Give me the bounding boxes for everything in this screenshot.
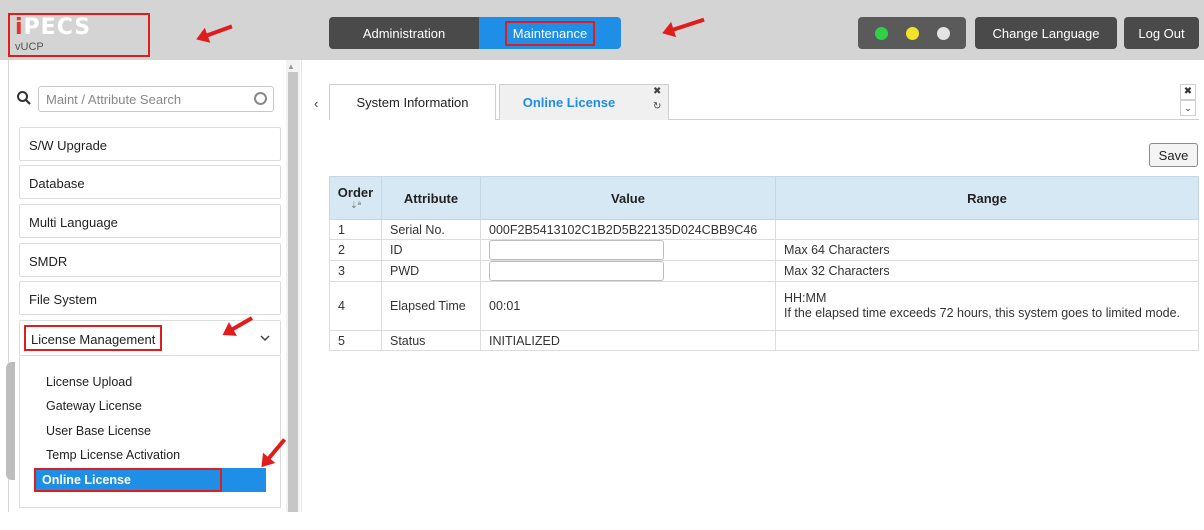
cell-value bbox=[480, 239, 776, 261]
sort-ascending-icon[interactable]: ⇣ª bbox=[330, 200, 381, 211]
cell-range bbox=[775, 330, 1199, 351]
cell-attribute: Status bbox=[381, 330, 481, 351]
submenu-temp-license-activation[interactable]: Temp License Activation bbox=[46, 448, 180, 462]
table-header-row: Order ⇣ª Attribute Value Range bbox=[329, 176, 1199, 220]
table-row: 5 Status INITIALIZED bbox=[329, 330, 1199, 351]
attribute-table: Order ⇣ª Attribute Value Range 1 Serial … bbox=[329, 176, 1199, 351]
maintenance-tab[interactable]: Maintenance bbox=[479, 17, 621, 49]
cell-order: 1 bbox=[329, 219, 382, 240]
sidebar-item-multi-language[interactable]: Multi Language bbox=[19, 204, 281, 238]
chevron-down-icon[interactable]: ⌄ bbox=[1180, 100, 1196, 116]
tab-system-information[interactable]: System Information bbox=[329, 84, 496, 120]
logo: iPECS vUCP bbox=[8, 13, 150, 57]
cell-attribute: ID bbox=[381, 239, 481, 261]
tab-scroll-left-icon[interactable]: ‹ bbox=[314, 96, 318, 111]
cell-value bbox=[480, 260, 776, 282]
table-row: 1 Serial No. 000F2B5413102C1B2D5B22135D0… bbox=[329, 219, 1199, 240]
logout-button[interactable]: Log Out bbox=[1124, 17, 1199, 49]
id-field[interactable] bbox=[489, 240, 664, 260]
status-dot-gray-icon bbox=[937, 27, 950, 40]
change-language-button[interactable]: Change Language bbox=[975, 17, 1117, 49]
chevron-down-icon bbox=[260, 331, 270, 346]
header-label: Order bbox=[337, 185, 374, 200]
sidebar-item-sw-upgrade[interactable]: S/W Upgrade bbox=[19, 127, 281, 161]
logo-brand: PECS bbox=[23, 15, 92, 40]
submenu-user-base-license[interactable]: User Base License bbox=[46, 424, 151, 438]
cell-value: 000F2B5413102C1B2D5B22135D024CBB9C46 bbox=[480, 219, 776, 240]
column-header-range[interactable]: Range bbox=[775, 176, 1199, 220]
table-row: 4 Elapsed Time 00:01 HH:MM If the elapse… bbox=[329, 281, 1199, 331]
sidebar-collapse-handle[interactable] bbox=[6, 362, 15, 480]
cell-value: 00:01 bbox=[480, 281, 776, 331]
sidebar-item-smdr[interactable]: SMDR bbox=[19, 243, 281, 277]
cell-range: Max 32 Characters bbox=[775, 260, 1199, 282]
submenu-online-license-label: Online License bbox=[34, 468, 222, 492]
cell-order: 2 bbox=[329, 239, 382, 261]
cell-order: 4 bbox=[329, 281, 382, 331]
submenu-gateway-license[interactable]: Gateway License bbox=[46, 399, 142, 413]
status-dot-yellow-icon bbox=[906, 27, 919, 40]
clear-search-icon[interactable] bbox=[254, 92, 267, 105]
sidebar-search bbox=[16, 86, 280, 112]
logo-text: iPECS bbox=[15, 15, 92, 40]
cell-attribute: Serial No. bbox=[381, 219, 481, 240]
cell-range bbox=[775, 219, 1199, 240]
sidebar-item-file-system[interactable]: File System bbox=[19, 281, 281, 315]
cell-range: HH:MM If the elapsed time exceeds 72 hou… bbox=[775, 281, 1199, 331]
table-row: 3 PWD Max 32 Characters bbox=[329, 260, 1199, 282]
column-header-value[interactable]: Value bbox=[480, 176, 776, 220]
search-input[interactable] bbox=[38, 86, 274, 112]
column-header-attribute[interactable]: Attribute bbox=[381, 176, 481, 220]
sidebar-scroll-thumb[interactable] bbox=[288, 72, 298, 512]
refresh-tab-icon[interactable]: ↻ bbox=[653, 101, 661, 112]
cell-order: 5 bbox=[329, 330, 382, 351]
submenu-online-license[interactable]: Online License bbox=[34, 468, 266, 492]
scroll-up-icon[interactable]: ▲ bbox=[287, 62, 295, 71]
range-note: If the elapsed time exceeds 72 hours, th… bbox=[784, 306, 1181, 320]
status-indicators bbox=[858, 17, 966, 49]
top-header: iPECS vUCP Administration Maintenance Ch… bbox=[0, 0, 1204, 60]
logo-subtitle: vUCP bbox=[15, 41, 44, 53]
submenu-license-upload[interactable]: License Upload bbox=[46, 375, 132, 389]
sidebar-item-database[interactable]: Database bbox=[19, 165, 281, 199]
table-row: 2 ID Max 64 Characters bbox=[329, 239, 1199, 261]
tab-online-license[interactable]: Online License bbox=[499, 84, 669, 120]
status-dot-green-icon bbox=[875, 27, 888, 40]
cell-order: 3 bbox=[329, 260, 382, 282]
pwd-field[interactable] bbox=[489, 261, 664, 281]
column-header-order[interactable]: Order ⇣ª bbox=[329, 176, 382, 220]
sidebar-item-label: License Management bbox=[24, 325, 163, 351]
cell-range: Max 64 Characters bbox=[775, 239, 1199, 261]
administration-tab[interactable]: Administration bbox=[329, 17, 479, 49]
save-button[interactable]: Save bbox=[1149, 143, 1198, 167]
close-tab-icon[interactable]: ✖ bbox=[653, 86, 661, 97]
cell-attribute: Elapsed Time bbox=[381, 281, 481, 331]
search-icon bbox=[17, 91, 31, 105]
maintenance-label: Maintenance bbox=[504, 20, 596, 46]
cell-attribute: PWD bbox=[381, 260, 481, 282]
cell-value: INITIALIZED bbox=[480, 330, 776, 351]
close-window-icon[interactable]: ✖ bbox=[1180, 84, 1196, 100]
range-format: HH:MM bbox=[784, 291, 827, 305]
